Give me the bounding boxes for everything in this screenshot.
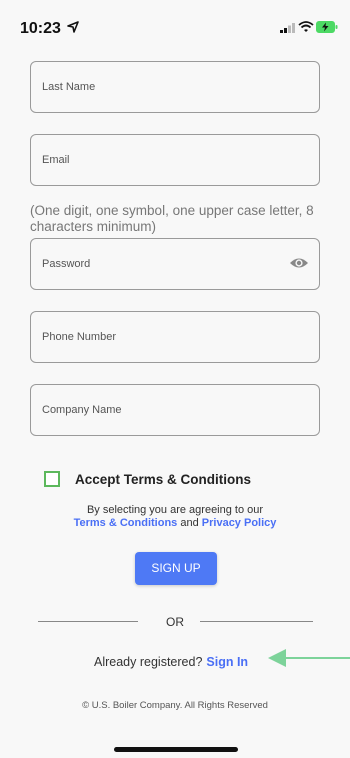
privacy-policy-link[interactable]: Privacy Policy — [202, 517, 277, 529]
terms-checkbox-label[interactable]: Accept Terms & Conditions — [75, 472, 251, 487]
phone-number-field[interactable]: Phone Number — [30, 311, 320, 363]
sign-in-prompt-row: Already registered? Sign In — [94, 655, 248, 669]
email-field[interactable]: Email — [30, 134, 320, 186]
home-indicator[interactable] — [114, 747, 238, 752]
email-placeholder: Email — [42, 154, 70, 166]
status-bar: 10:23 — [0, 0, 350, 44]
last-name-placeholder: Last Name — [42, 81, 96, 93]
password-hint: (One digit, one symbol, one upper case l… — [30, 203, 314, 234]
last-name-field[interactable]: Last Name — [30, 61, 320, 113]
sign-in-prompt: Already registered? — [94, 655, 203, 669]
status-time: 10:23 — [20, 20, 61, 37]
divider-right — [200, 621, 313, 622]
copyright-text: © U.S. Boiler Company. All Rights Reserv… — [82, 700, 268, 711]
wifi-icon — [298, 21, 314, 32]
eye-icon[interactable] — [289, 256, 309, 270]
annotation-arrow-icon — [268, 649, 350, 667]
company-name-field[interactable]: Company Name — [30, 384, 320, 436]
battery-charging-icon — [316, 21, 338, 33]
password-field[interactable]: Password — [30, 238, 320, 290]
sign-in-link[interactable]: Sign In — [206, 655, 248, 669]
or-divider-text: OR — [166, 615, 184, 629]
consent-links: Terms & Conditions and Privacy Policy — [0, 516, 350, 531]
phone-number-placeholder: Phone Number — [42, 331, 116, 343]
location-arrow-icon — [67, 21, 79, 33]
signal-icon — [280, 23, 295, 33]
terms-link[interactable]: Terms & Conditions — [74, 517, 178, 529]
and-text: and — [180, 517, 199, 529]
company-name-placeholder: Company Name — [42, 404, 122, 416]
password-placeholder: Password — [42, 258, 91, 270]
terms-checkbox[interactable] — [44, 471, 60, 487]
sign-up-button[interactable]: SIGN UP — [135, 552, 217, 585]
